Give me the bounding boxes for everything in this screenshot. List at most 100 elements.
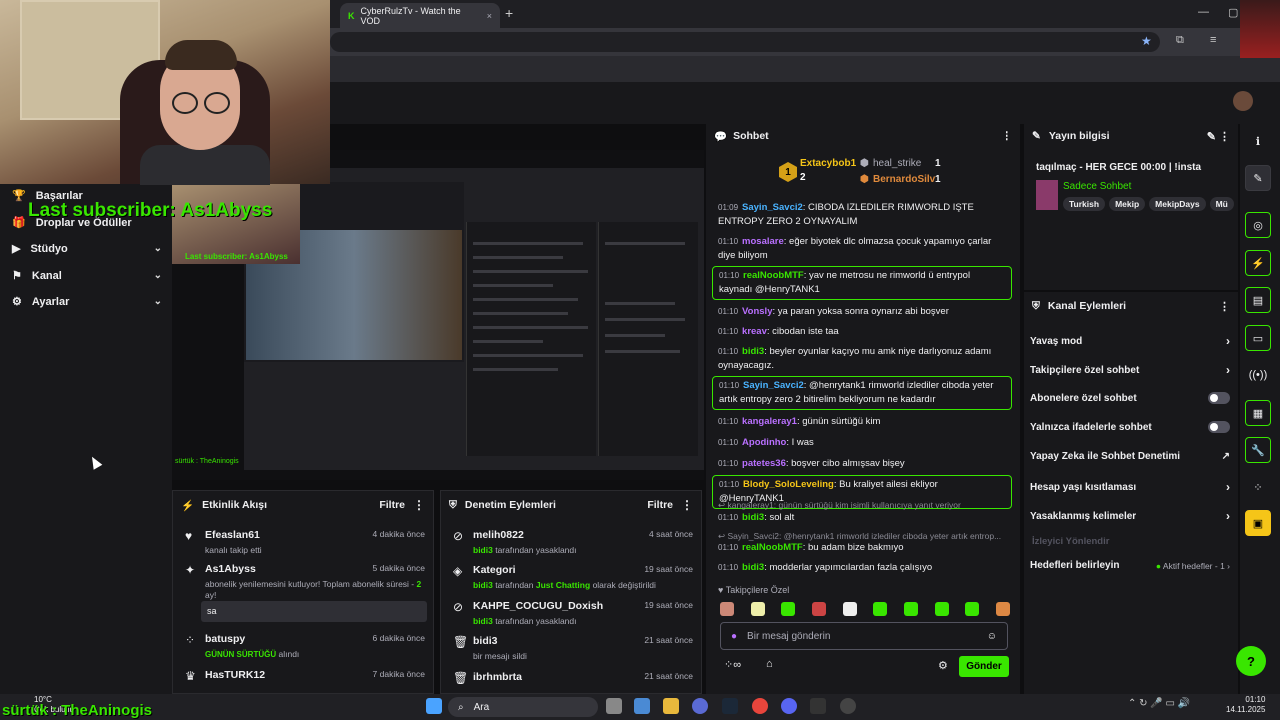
goals-item[interactable]: Hedefleri belirleyin ● Aktif hedefler - 1…: [1030, 560, 1230, 571]
message-username[interactable]: patetes36: [742, 458, 786, 469]
tag[interactable]: Mü: [1209, 197, 1234, 211]
help-button[interactable]: ?: [1236, 646, 1266, 676]
lightning-icon[interactable]: ⚡: [1245, 250, 1271, 276]
gifter-name[interactable]: Extacybob1: [800, 158, 856, 169]
more-options-icon[interactable]: ⋮: [413, 498, 425, 512]
chat-message[interactable]: 01:10 kangaleray1: günün sürtüğü kim: [712, 414, 1012, 430]
document-icon[interactable]: ▤: [1245, 287, 1271, 313]
message-username[interactable]: bidi3: [742, 346, 764, 357]
chat-message[interactable]: 01:10 Vonsly: ya paran yoksa sonra oynarı…: [712, 304, 1012, 320]
wrench-icon[interactable]: 🔧: [1245, 437, 1271, 463]
info-icon[interactable]: ℹ: [1245, 128, 1271, 154]
message-username[interactable]: Blody_SoloLeveling: [743, 479, 834, 490]
discord-icon[interactable]: [781, 698, 797, 714]
maximize-button[interactable]: ▢: [1228, 6, 1238, 19]
tag[interactable]: MekipDays: [1149, 197, 1206, 211]
chat-message[interactable]: 01:10 kreav: cibodan iste taa: [712, 324, 1012, 340]
extensions-icon[interactable]: ⧉: [1176, 34, 1184, 47]
tag[interactable]: Turkish: [1063, 197, 1106, 211]
steam-icon[interactable]: [722, 698, 738, 714]
mic-icon[interactable]: ●: [731, 631, 737, 642]
message-username[interactable]: kreav: [742, 326, 767, 337]
chat-message[interactable]: 01:10 mosalare: eğer biyotek dlc olmazsa …: [712, 234, 1012, 264]
dots-cluster-icon[interactable]: ⁘: [1245, 474, 1271, 500]
folder-icon[interactable]: [663, 698, 679, 714]
sidebar-item-settings[interactable]: ⚙ Ayarlar ⌄: [12, 295, 162, 309]
new-tab-button[interactable]: +: [505, 5, 513, 21]
gifter-name[interactable]: BernardoSilv: [873, 174, 935, 185]
emote-icon[interactable]: [750, 602, 765, 616]
obs-icon[interactable]: [692, 698, 708, 714]
chat-bubble-icon[interactable]: ▭: [1245, 325, 1271, 351]
chat-message[interactable]: 01:10 Apodinho: I was: [712, 435, 1012, 451]
chat-message[interactable]: 01:10 bidi3: modderlar yapımcılardan fazl…: [712, 560, 1012, 576]
slow-mode-item[interactable]: Yavaş mod ›: [1030, 334, 1230, 348]
tag[interactable]: Mekip: [1109, 197, 1146, 211]
chat-message[interactable]: 01:10 bidi3: sol alt: [712, 510, 1012, 526]
message-username[interactable]: realNoobMTF: [743, 270, 804, 281]
clapper-icon[interactable]: ▣: [1245, 510, 1271, 536]
chat-message[interactable]: 01:10 patetes36: boşver cibo almışsav biş…: [712, 456, 1012, 472]
close-tab-icon[interactable]: ×: [487, 11, 492, 21]
send-button[interactable]: Gönder: [959, 656, 1009, 677]
address-field[interactable]: [330, 32, 1160, 52]
emote-icon[interactable]: [781, 602, 796, 616]
chat-message[interactable]: 01:10 Sayin_Savci2: @henrytank1 rimworld …: [712, 376, 1012, 410]
sidebar-item-channel[interactable]: ⚑ Kanal ⌄: [12, 269, 162, 283]
subs-only-item[interactable]: Abonelere özel sohbet: [1030, 392, 1230, 404]
message-username[interactable]: Sayin_Savci2: [742, 202, 803, 213]
message-username[interactable]: mosalare: [742, 236, 784, 247]
bookmark-star-icon[interactable]: ★: [1141, 34, 1152, 48]
account-age-item[interactable]: Hesap yaşı kısıtlaması ›: [1030, 480, 1230, 494]
emote-icon[interactable]: [720, 602, 734, 616]
filter-button[interactable]: Filtre: [379, 499, 405, 511]
emote-icon[interactable]: [965, 602, 980, 616]
app-icon[interactable]: [840, 698, 856, 714]
taskbar-clock[interactable]: 01:10 14.11.2025: [1226, 695, 1265, 715]
filter-button[interactable]: Filtre: [647, 499, 673, 511]
category-link[interactable]: Sadece Sohbet: [1063, 181, 1131, 192]
emote-icon[interactable]: [873, 602, 888, 616]
message-username[interactable]: Sayin_Savci2: [743, 380, 804, 391]
chrome-icon[interactable]: [752, 698, 768, 714]
browser-tab[interactable]: K CyberRulzTv - Watch the VOD ×: [340, 3, 500, 28]
emote-bar[interactable]: [720, 602, 1010, 616]
message-username[interactable]: Vonsly: [742, 306, 772, 317]
more-options-icon[interactable]: ⋮: [681, 498, 693, 512]
emote-icon[interactable]: [842, 602, 857, 616]
avatar[interactable]: [1233, 91, 1253, 111]
more-options-icon[interactable]: ⋮: [1219, 300, 1230, 313]
message-username[interactable]: Apodinho: [742, 437, 786, 448]
edit-icon[interactable]: ✎: [1245, 165, 1271, 191]
epic-games-icon[interactable]: [810, 698, 826, 714]
chat-message[interactable]: 01:10 realNoobMTF: bu adam bize bakmıyo: [712, 540, 1012, 556]
target-icon[interactable]: ◎: [1245, 212, 1271, 238]
category-thumbnail[interactable]: [1036, 180, 1058, 210]
store-icon[interactable]: ⌂: [766, 658, 773, 670]
message-username[interactable]: bidi3: [742, 562, 764, 573]
menu-icon[interactable]: ≡: [1210, 34, 1216, 46]
minimize-button[interactable]: —: [1198, 6, 1209, 18]
emote-icon[interactable]: [903, 602, 918, 616]
gifter-name[interactable]: heal_strike: [873, 158, 921, 169]
subs-only-toggle[interactable]: [1208, 392, 1230, 404]
message-username[interactable]: kangaleray1: [742, 416, 797, 427]
grid-icon[interactable]: ▦: [1245, 400, 1271, 426]
tray-icons[interactable]: ⌃ ↻ 🎤 ▭ 🔊: [1128, 698, 1190, 709]
message-username[interactable]: bidi3: [742, 512, 764, 523]
broadcast-icon[interactable]: ((•)): [1245, 362, 1271, 388]
ai-moderation-item[interactable]: Yapay Zeka ile Sohbet Denetimi ↗: [1030, 451, 1230, 462]
points-icon[interactable]: ⁘∞: [724, 658, 741, 671]
calculator-icon[interactable]: [634, 698, 650, 714]
emote-icon[interactable]: [934, 602, 949, 616]
task-view-icon[interactable]: [606, 698, 622, 714]
banned-words-item[interactable]: Yasaklanmış kelimeler ›: [1030, 509, 1230, 523]
windows-start-icon[interactable]: [426, 698, 442, 714]
edit-icon[interactable]: ✎ ⋮: [1207, 130, 1230, 143]
chat-input[interactable]: ● Bir mesaj gönderin ☺: [720, 622, 1008, 650]
chat-message[interactable]: 01:10 realNoobMTF: yav ne metrosu ne rimw…: [712, 266, 1012, 300]
gear-icon[interactable]: ⚙: [938, 659, 948, 672]
followers-only-item[interactable]: Takipçilere özel sohbet ›: [1030, 363, 1230, 377]
emote-icon[interactable]: [995, 602, 1010, 616]
emote-only-item[interactable]: Yalnızca ifadelerle sohbet: [1030, 421, 1230, 433]
